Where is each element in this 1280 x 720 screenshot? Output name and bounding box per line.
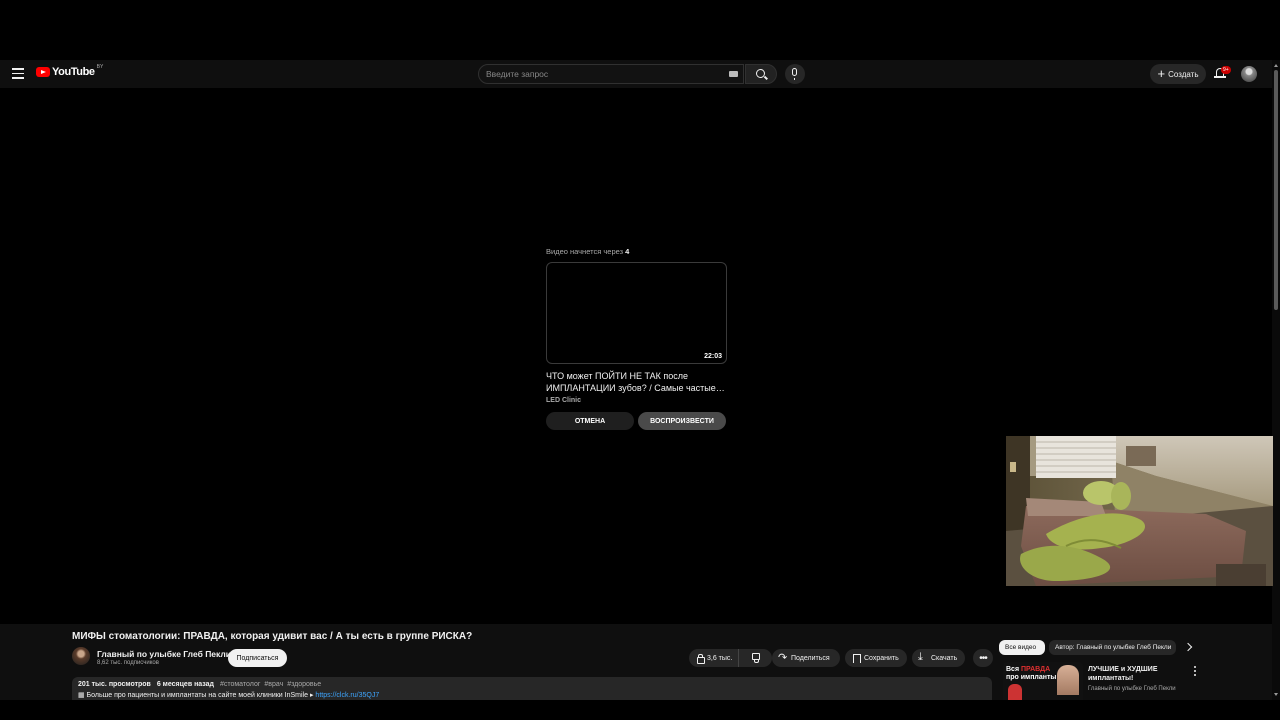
chip-all-videos[interactable]: Все видео [999, 640, 1045, 655]
hashtag[interactable]: #стоматолог [220, 681, 260, 688]
youtube-play-icon [36, 67, 50, 77]
logo-text: YouTube [52, 66, 95, 78]
share-button[interactable]: Поделиться [772, 649, 840, 667]
description-box[interactable]: 201 тыс. просмотров 6 месяцев назад #сто… [72, 677, 992, 700]
thumbnail-person [1008, 684, 1022, 700]
create-label: Создать [1168, 69, 1199, 79]
miniplayer-video[interactable] [1006, 436, 1273, 586]
page-scrollbar[interactable] [1272, 60, 1280, 700]
cancel-autoplay-button[interactable]: ОТМЕНА [546, 412, 634, 430]
search-icon [756, 69, 765, 78]
notifications-badge: 9+ [1221, 66, 1231, 74]
thumbnail-caption-highlight: ПРАВДА [1021, 666, 1051, 673]
autoplay-countdown-seconds: 4 [625, 247, 630, 256]
like-dislike-group: 3,6 тыс. [689, 649, 772, 667]
up-next-title[interactable]: ЧТО может ПОЙТИ НЕ ТАК после ИМПЛАНТАЦИИ… [546, 370, 728, 394]
thumbnail-caption-line2: про импланты [1006, 674, 1057, 681]
autoplay-countdown-label: Видео начнется через [546, 247, 624, 256]
search-button[interactable] [745, 64, 777, 84]
description-link[interactable]: https://clck.ru/35QJ7 [315, 692, 379, 699]
menu-icon[interactable] [12, 68, 24, 80]
plus-icon: + [1157, 66, 1166, 81]
subscriber-count: 8,62 тыс. подписчиков [97, 660, 159, 666]
thumbnail-caption: Вся ПРАВДА про импланты [1006, 666, 1056, 682]
upload-date: 6 месяцев назад [156, 681, 214, 688]
microphone-icon [792, 68, 797, 80]
masthead: YouTube BY + Создать 9+ [0, 60, 1272, 88]
scroll-down-arrow-icon[interactable] [1274, 693, 1278, 696]
view-count: 201 тыс. просмотров [78, 681, 151, 688]
description-line: ▦ Больше про пациенты и имплантаты на са… [78, 691, 986, 699]
like-count: 3,6 тыс. [707, 654, 733, 662]
like-button[interactable]: 3,6 тыс. [689, 649, 740, 667]
up-next-thumbnail[interactable]: 22:03 [546, 262, 727, 364]
channel-avatar[interactable] [72, 647, 90, 665]
up-next-channel[interactable]: LED Clinic [546, 397, 581, 404]
channel-name[interactable]: Главный по улыбке Глеб Пекли [97, 649, 231, 659]
create-button[interactable]: + Создать [1150, 64, 1206, 84]
chip-from-author[interactable]: Автор: Главный по улыбке Глеб Пекли [1049, 640, 1176, 655]
recommended-title[interactable]: ЛУЧШИЕ и ХУДШИЕ имплантаты! [1088, 665, 1183, 683]
hashtag[interactable]: #здоровье [287, 681, 321, 688]
dislike-button[interactable] [743, 654, 772, 663]
more-actions-button[interactable]: ••• [973, 649, 993, 667]
voice-search-button[interactable] [785, 64, 805, 84]
share-label: Поделиться [791, 654, 830, 662]
video-title: МИФЫ стоматологии: ПРАВДА, которая удиви… [72, 631, 473, 642]
video-duration: 22:03 [704, 353, 722, 360]
scroll-up-arrow-icon[interactable] [1274, 64, 1278, 67]
download-label: Скачать [931, 654, 958, 662]
bookmark-icon [851, 653, 861, 663]
play-now-button[interactable]: ВОСПРОИЗВЕСТИ [638, 412, 726, 430]
autoplay-countdown: Видео начнется через 4 [546, 247, 629, 256]
search-box [478, 64, 744, 84]
kebab-menu-icon[interactable] [1194, 666, 1198, 678]
save-button[interactable]: Сохранить [845, 649, 907, 667]
download-button[interactable]: Скачать [912, 649, 965, 667]
download-icon [918, 651, 927, 664]
room-scene-image [1006, 436, 1273, 586]
thumbs-down-icon [753, 654, 762, 663]
search-input[interactable] [486, 69, 716, 79]
account-avatar[interactable] [1241, 66, 1257, 82]
save-label: Сохранить [864, 654, 899, 662]
description-text: ▦ Больше про пациенты и имплантаты на са… [78, 692, 314, 699]
keyboard-icon[interactable] [729, 71, 738, 77]
thumbnail-caption-word: Вся [1006, 666, 1020, 673]
thumbs-up-icon [695, 653, 705, 664]
hashtag[interactable]: #врач [264, 681, 283, 688]
more-dots-icon: ••• [979, 652, 987, 664]
logo-region: BY [96, 64, 104, 70]
share-icon [778, 651, 787, 664]
thumbnail-face [1057, 665, 1079, 695]
scrollbar-thumb[interactable] [1274, 70, 1278, 310]
recommended-channel[interactable]: Главный по улыбке Глеб Пекли [1088, 686, 1176, 692]
recommended-thumbnail[interactable]: Вся ПРАВДА про импланты [1003, 662, 1083, 700]
subscribe-button[interactable]: Подписаться [228, 649, 287, 667]
youtube-logo[interactable]: YouTube BY [36, 64, 104, 78]
chevron-right-icon[interactable] [1184, 643, 1193, 652]
